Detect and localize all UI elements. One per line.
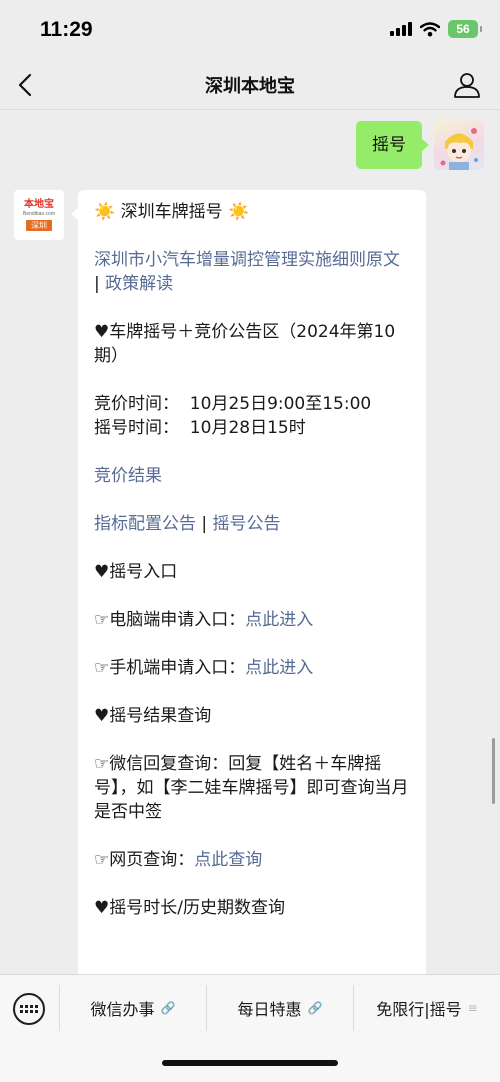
link-icon: 🔗 [160,1001,176,1015]
web-query-link[interactable]: 点此查询 [194,850,262,870]
menu-item-wechat-services[interactable]: 微信办事 🔗 [60,975,206,1041]
heart-icon: ♥ [94,322,110,342]
sun-icon: ☀️ [227,202,250,222]
link-separator: | [94,274,106,294]
keyboard-icon [20,1005,38,1013]
pointer-icon: ☞ [94,850,110,870]
brand-logo-city: 深圳 [26,220,52,231]
signal-icon [390,22,412,36]
heart-icon: ♥ [94,562,110,582]
entry-heading: ♥摇号入口 [94,560,410,584]
bid-result-link[interactable]: 竞价结果 [94,466,162,486]
user-message: 摇号 [356,120,484,170]
result-heading: ♥摇号结果查询 [94,704,410,728]
link-icon: 🔗 [307,1001,323,1015]
reply-bubble: ☀️ 深圳车牌摇号 ☀️ 深圳市小汽车增量调控管理实施细则原文 | 政策解读 ♥… [71,190,426,990]
policy-links: 深圳市小汽车增量调控管理实施细则原文 | 政策解读 [94,248,410,296]
schedule: 竞价时间： 10月25日9:00至15:00 摇号时间： 10月28日15时 [94,392,410,440]
chat-title: 深圳本地宝 [205,76,295,97]
keyboard-toggle-button[interactable] [13,993,45,1025]
web-query-row: ☞网页查询：点此查询 [94,848,410,872]
status-icons: 56 [390,20,482,38]
pc-entry-row: ☞电脑端申请入口：点此进入 [94,608,410,632]
pc-entry-label: 电脑端申请入口： [109,610,246,630]
heart-icon: ♥ [94,898,110,918]
rules-link[interactable]: 深圳市小汽车增量调控管理实施细则原文 [94,250,400,270]
announcement-links: 指标配置公告 | 摇号公告 [94,512,410,536]
lottery-notice-link[interactable]: 摇号公告 [213,514,281,534]
pointer-icon: ☞ [94,754,110,774]
notice-heading: ♥车牌摇号＋竞价公告区（2024年第10期） [94,320,410,368]
pointer-icon: ☞ [94,610,110,630]
brand-avatar[interactable]: 本地宝 Bendibao.com 深圳 [14,190,64,240]
pc-entry-link[interactable]: 点此进入 [245,610,313,630]
link-separator: | [196,514,213,534]
reply-title-text: 深圳车牌摇号 [120,202,223,222]
result-heading-text: 摇号结果查询 [109,706,212,726]
quota-notice-link[interactable]: 指标配置公告 [94,514,196,534]
entry-heading-text: 摇号入口 [109,562,178,582]
wechat-query-text: 微信回复查询：回复【姓名＋车牌摇号】，如【李二娃车牌摇号】即可查询当月是否中签 [94,754,409,822]
sun-icon: ☀️ [94,202,116,222]
brand-logo-url: Bendibao.com [23,211,55,217]
menu-item-label: 微信办事 [90,1000,155,1019]
nav-bar: 深圳本地宝 [0,60,500,110]
pointer-icon: ☞ [94,658,110,678]
profile-icon[interactable] [452,70,482,100]
history-heading-text: 摇号时长/历史期数查询 [109,898,285,918]
menu-item-daily-deals[interactable]: 每日特惠 🔗 [207,975,353,1041]
status-bar: 11:29 56 [0,0,500,60]
user-message-text: 摇号 [372,135,406,155]
home-indicator[interactable] [162,1060,338,1066]
menu-item-label: 每日特惠 [237,1000,302,1019]
battery-icon: 56 [448,20,482,38]
notice-heading-text: 车牌摇号＋竞价公告区（2024年第10期） [94,322,396,366]
wifi-icon [420,21,440,36]
anime-character-icon [440,128,478,170]
web-query-label: 网页查询： [109,850,195,870]
bid-result-row: 竞价结果 [94,464,410,488]
submenu-icon: ≡ [467,1001,478,1015]
battery-level: 56 [456,22,470,36]
policy-interpretation-link[interactable]: 政策解读 [105,274,173,294]
lottery-time: 摇号时间： 10月28日15时 [94,418,306,438]
scrollbar[interactable] [492,738,495,804]
bid-time: 竞价时间： 10月25日9:00至15:00 [94,394,372,414]
status-time: 11:29 [40,18,93,41]
mobile-entry-label: 手机端申请入口： [109,658,246,678]
history-heading: ♥摇号时长/历史期数查询 [94,896,410,920]
user-message-bubble[interactable]: 摇号 [356,121,429,169]
brand-logo-name: 本地宝 [24,199,54,210]
wechat-query-row: ☞微信回复查询：回复【姓名＋车牌摇号】，如【李二娃车牌摇号】即可查询当月是否中签 [94,752,410,824]
menu-item-label: 免限行|摇号 [376,1000,462,1019]
mobile-entry-link[interactable]: 点此进入 [245,658,313,678]
heart-icon: ♥ [94,706,110,726]
mobile-entry-row: ☞手机端申请入口：点此进入 [94,656,410,680]
menu-item-lottery[interactable]: 免限行|摇号 ≡ [354,975,500,1041]
user-avatar[interactable] [434,120,484,170]
reply-title: ☀️ 深圳车牌摇号 ☀️ [94,200,410,224]
